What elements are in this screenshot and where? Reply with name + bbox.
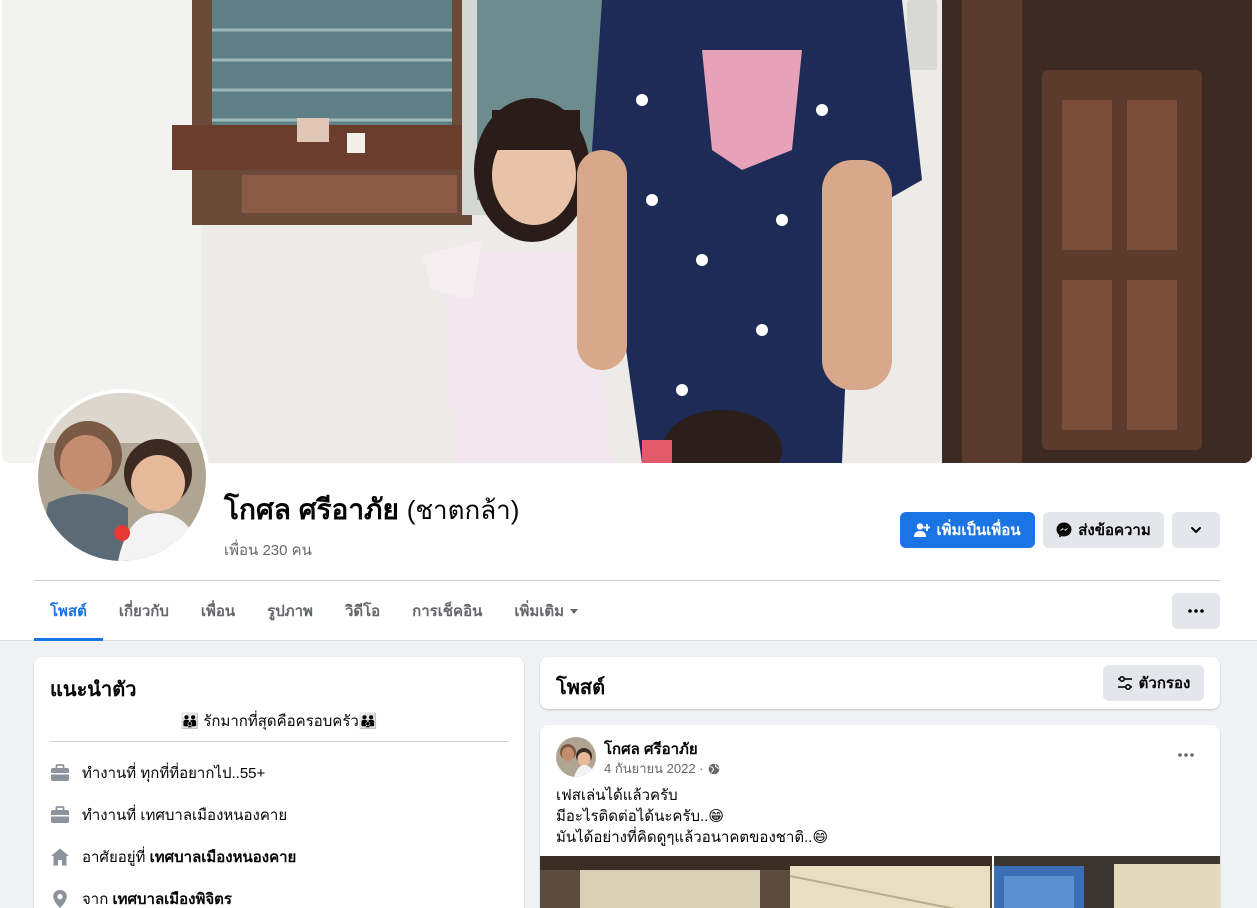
post-meta: 4 กันยายน 2022 · (604, 758, 720, 779)
tab-label: โพสต์ (50, 603, 87, 620)
intro-bio: 👪 รักมากที่สุดคือครอบครัว👪 (180, 713, 378, 730)
post-text: เฟสเล่นได้แล้วครับ มีอะไรติดต่อได้นะครับ… (556, 785, 828, 848)
intro-item-prefix: ทำงานที่ ทุกที่ที่อยากไป..55+ (82, 765, 266, 782)
intro-item-text: อาศัยอยู่ที่ เทศบาลเมืองหนองคาย (82, 845, 296, 869)
tab-more[interactable]: เพิ่มเติม (498, 581, 594, 641)
intro-item-prefix: อาศัยอยู่ที่ (82, 849, 150, 866)
intro-item-text: ทำงานที่ เทศบาลเมืองหนองคาย (82, 803, 287, 827)
intro-item-from: จาก เทศบาลเมืองพิจิตร (50, 887, 232, 908)
cover-photo[interactable] (2, 0, 1252, 463)
more-dots-icon (1178, 753, 1194, 757)
tab-friends[interactable]: เพื่อน (185, 581, 251, 641)
cover-photo-image (2, 0, 1252, 463)
more-options-button[interactable] (1172, 512, 1220, 548)
intro-item-work-1: ทำงานที่ ทุกที่ที่อยากไป..55+ (50, 761, 265, 785)
post-text-line: เฟสเล่นได้แล้วครับ (556, 787, 678, 804)
posts-title: โพสต์ (556, 677, 606, 699)
post-card: โกศล ศรีอาภัย 4 กันยายน 2022 · เฟสเล่นได… (540, 725, 1220, 908)
messenger-icon (1056, 522, 1072, 538)
tab-posts[interactable]: โพสต์ (34, 581, 103, 641)
post-photo-1[interactable] (540, 856, 992, 908)
tab-videos[interactable]: วิดีโอ (329, 581, 396, 641)
friends-count[interactable]: เพื่อน 230 คน (224, 538, 519, 562)
location-pin-icon (53, 890, 67, 908)
intro-title: แนะนำตัว (50, 679, 137, 701)
more-dots-icon (1188, 609, 1204, 613)
tab-about[interactable]: เกี่ยวกับ (103, 581, 185, 641)
intro-item-text: จาก เทศบาลเมืองพิจิตร (82, 887, 232, 908)
intro-item-text: ทำงานที่ ทุกที่ที่อยากไป..55+ (82, 761, 265, 785)
tab-label: เพิ่มเติม (514, 603, 565, 620)
filter-sliders-icon (1117, 675, 1132, 691)
intro-divider (50, 741, 508, 742)
intro-item-work-2: ทำงานที่ เทศบาลเมืองหนองคาย (50, 803, 287, 827)
tabs-more-button[interactable] (1172, 593, 1220, 629)
profile-tabs: โพสต์ เกี่ยวกับ เพื่อน รูปภาพ วิดีโอ การ… (34, 581, 594, 641)
intro-card: แนะนำตัว 👪 รักมากที่สุดคือครอบครัว👪 ทำงา… (34, 657, 524, 908)
tab-photos[interactable]: รูปภาพ (251, 581, 329, 641)
tab-label: การเช็คอิน (412, 603, 483, 620)
post-photo-2[interactable] (994, 856, 1220, 908)
tab-checkins[interactable]: การเช็คอิน (396, 581, 498, 641)
profile-alternate-name: (ชาตกล้า) (406, 495, 520, 525)
profile-header: โกศล ศรีอาภัย (ชาตกล้า) เพื่อน 230 คน เพ… (0, 0, 1257, 641)
filter-button[interactable]: ตัวกรอง (1103, 665, 1204, 701)
post-text-line: มีอะไรติดต่อได้นะครับ..😁 (556, 808, 724, 825)
post-text-line: มันได้อย่างที่คิดดูๆแล้วอนาคตของชาติ..😄 (556, 829, 829, 846)
profile-avatar[interactable] (34, 389, 210, 565)
filter-label: ตัวกรอง (1138, 675, 1191, 692)
tab-label: รูปภาพ (267, 603, 313, 620)
intro-item-bold[interactable]: เทศบาลเมืองหนองคาย (150, 849, 297, 866)
tab-label: วิดีโอ (344, 603, 381, 620)
tab-label: เพื่อน (200, 603, 236, 620)
message-label: ส่งข้อความ (1078, 522, 1151, 539)
avatar-image (38, 393, 206, 561)
caret-down-icon (570, 608, 579, 614)
post-options-button[interactable] (1168, 737, 1204, 773)
briefcase-icon (51, 806, 69, 823)
message-button[interactable]: ส่งข้อความ (1043, 512, 1164, 548)
tab-label: เกี่ยวกับ (118, 603, 169, 620)
intro-item-bold[interactable]: เทศบาลเมืองพิจิตร (112, 891, 232, 908)
add-friend-label: เพิ่มเป็นเพื่อน (936, 522, 1021, 539)
post-date[interactable]: 4 กันยายน 2022 · (604, 758, 704, 779)
profile-name-block: โกศล ศรีอาภัย (ชาตกล้า) เพื่อน 230 คน (224, 488, 519, 562)
home-icon (51, 848, 69, 866)
profile-name: โกศล ศรีอาภัย (ชาตกล้า) (224, 488, 519, 532)
intro-item-prefix: ทำงานที่ เทศบาลเมืองหนองคาย (82, 807, 288, 824)
add-friend-button[interactable]: เพิ่มเป็นเพื่อน (900, 512, 1035, 548)
chevron-down-icon (1191, 527, 1201, 533)
posts-header-card: โพสต์ ตัวกรอง (540, 657, 1220, 709)
intro-item-lives-in: อาศัยอยู่ที่ เทศบาลเมืองหนองคาย (50, 845, 296, 869)
post-author-avatar[interactable] (556, 737, 596, 777)
profile-name-text: โกศล ศรีอาภัย (224, 494, 399, 525)
intro-item-prefix: จาก (82, 891, 113, 908)
briefcase-icon (51, 764, 69, 781)
add-friend-icon (914, 523, 931, 537)
globe-icon (708, 763, 719, 774)
